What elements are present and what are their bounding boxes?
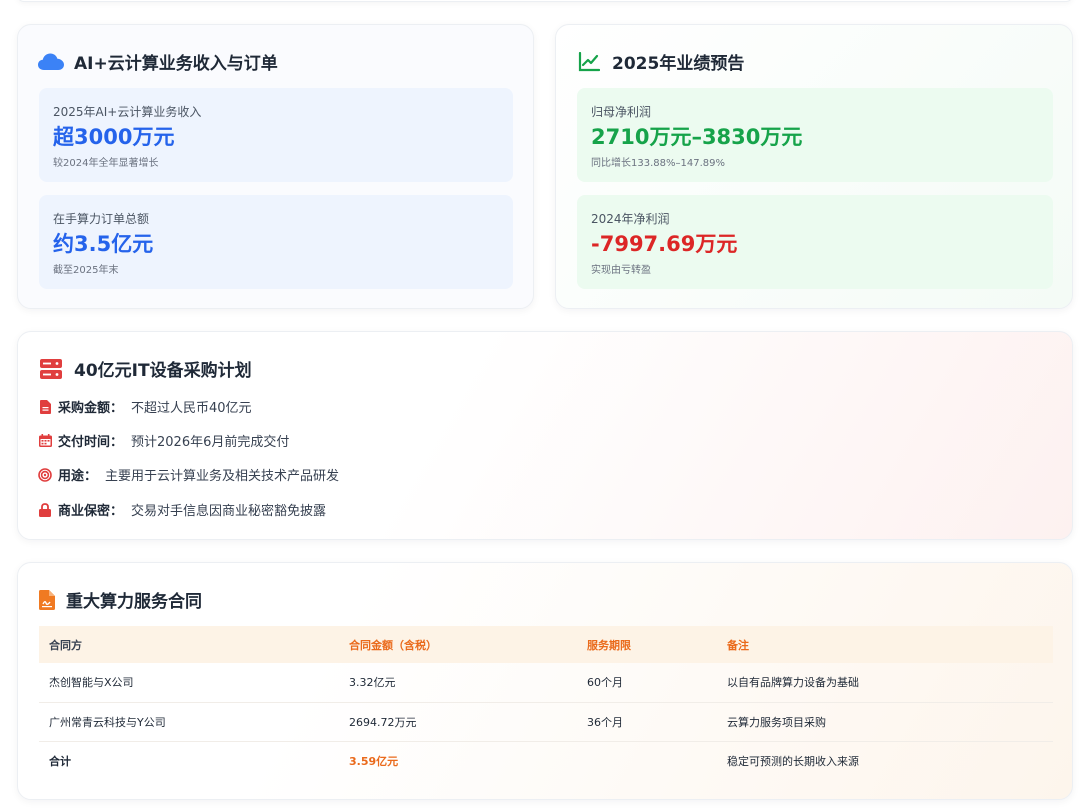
- column-header: 合同金额（含税）: [349, 638, 437, 652]
- table-cell: [577, 741, 717, 780]
- table-cell: 36个月: [577, 702, 717, 742]
- item-key: 交付时间：: [58, 435, 124, 450]
- table-cell: 2694.72万元: [339, 702, 577, 742]
- table-row: 杰创智能与X公司 3.32亿元 60个月 以自有品牌算力设备为基础: [39, 663, 1053, 703]
- table-row: 广州常青云科技与Y公司 2694.72万元 36个月 云算力服务项目采购: [39, 702, 1053, 742]
- ai-card-title: AI+云计算业务收入与订单: [74, 54, 278, 74]
- it-item-confidentiality: 商业保密： 交易对手信息因商业秘密豁免披露: [38, 500, 326, 519]
- it-item-delivery: 交付时间： 预计2026年6月前完成交付: [38, 431, 289, 450]
- table-cell: 广州常青云科技与Y公司: [39, 702, 339, 742]
- performance-forecast-card: 2025年业绩预告 归母净利润 2710万元–3830万元 同比增长133.88…: [555, 24, 1073, 309]
- item-value: 不超过人民币40亿元: [131, 401, 252, 416]
- trend-chart-icon: [576, 51, 602, 72]
- item-key: 商业保密：: [58, 504, 124, 519]
- stat-label: 归母净利润: [591, 105, 652, 119]
- net-profit-stat: 归母净利润 2710万元–3830万元 同比增长133.88%–147.89%: [577, 88, 1053, 182]
- compute-orders-stat: 在手算力订单总额 约3.5亿元 截至2025年末: [39, 195, 513, 289]
- ai-card-header: AI+云计算业务收入与订单: [38, 49, 278, 74]
- it-item-purpose: 用途： 主要用于云计算业务及相关技术产品研发: [38, 465, 339, 484]
- target-icon: [38, 467, 52, 482]
- stat-note: 较2024年全年显著增长: [53, 158, 159, 169]
- contract-card-title: 重大算力服务合同: [66, 592, 202, 612]
- contract-card-header: 重大算力服务合同: [38, 587, 202, 612]
- item-value: 预计2026年6月前完成交付: [131, 435, 290, 450]
- document-icon: [38, 399, 52, 414]
- contracts-table: 合同方 合同金额（含税） 服务期限 备注 杰创智能与X公司 3.32亿元 60个…: [39, 626, 1053, 780]
- it-item-amount: 采购金额： 不超过人民币40亿元: [38, 397, 252, 416]
- table-cell: 合计: [49, 754, 71, 768]
- compute-contracts-card: 重大算力服务合同 合同方 合同金额（含税） 服务期限 备注 杰创智能与X公司 3…: [17, 562, 1073, 800]
- stat-label: 在手算力订单总额: [53, 212, 150, 226]
- table-cell: 云算力服务项目采购: [717, 702, 1053, 742]
- perf-card-title: 2025年业绩预告: [612, 54, 745, 74]
- column-header: 合同方: [49, 638, 82, 652]
- table-cell: 稳定可预测的长期收入来源: [727, 754, 859, 768]
- item-key: 用途：: [58, 469, 98, 484]
- column-header: 备注: [727, 638, 749, 652]
- column-header: 服务期限: [587, 638, 631, 652]
- stat-value: 超3000万元: [53, 125, 175, 149]
- stat-note: 实现由亏转盈: [591, 265, 651, 276]
- item-value: 主要用于云计算业务及相关技术产品研发: [105, 469, 340, 484]
- table-cell: 杰创智能与X公司: [39, 663, 339, 703]
- table-total-row: 合计 3.59亿元 稳定可预测的长期收入来源: [39, 741, 1053, 780]
- table-cell: 以自有品牌算力设备为基础: [717, 663, 1053, 703]
- stat-value: 约3.5亿元: [53, 232, 154, 256]
- table-cell: 60个月: [577, 663, 717, 703]
- stat-value: 2710万元–3830万元: [591, 125, 803, 149]
- server-icon: [38, 358, 64, 379]
- stat-label: 2024年净利润: [591, 212, 670, 226]
- ai-cloud-revenue-card: AI+云计算业务收入与订单 2025年AI+云计算业务收入 超3000万元 较2…: [17, 24, 534, 309]
- calendar-icon: [38, 434, 52, 448]
- table-cell: 3.59亿元: [349, 754, 399, 768]
- it-procurement-card: 40亿元IT设备采购计划 采购金额： 不超过人民币40亿元 交付时间： 预计20…: [17, 331, 1073, 540]
- prior-year-profit-stat: 2024年净利润 -7997.69万元 实现由亏转盈: [577, 195, 1053, 289]
- item-value: 交易对手信息因商业秘密豁免披露: [131, 504, 327, 519]
- item-key: 采购金额：: [58, 401, 124, 416]
- previous-card-edge: [17, 0, 1073, 2]
- stat-note: 截至2025年末: [53, 265, 119, 276]
- perf-card-header: 2025年业绩预告: [576, 49, 744, 74]
- it-card-title: 40亿元IT设备采购计划: [74, 361, 252, 381]
- cloud-icon: [38, 52, 64, 72]
- it-card-header: 40亿元IT设备采购计划: [38, 356, 252, 381]
- ai-revenue-stat: 2025年AI+云计算业务收入 超3000万元 较2024年全年显著增长: [39, 88, 513, 182]
- stat-note: 同比增长133.88%–147.89%: [591, 158, 725, 169]
- table-header-row: 合同方 合同金额（含税） 服务期限 备注: [39, 626, 1053, 663]
- lock-icon: [38, 502, 52, 517]
- table-cell: 3.32亿元: [339, 663, 577, 703]
- contract-file-icon: [38, 589, 56, 610]
- stat-label: 2025年AI+云计算业务收入: [53, 105, 202, 119]
- stat-value: -7997.69万元: [591, 232, 738, 256]
